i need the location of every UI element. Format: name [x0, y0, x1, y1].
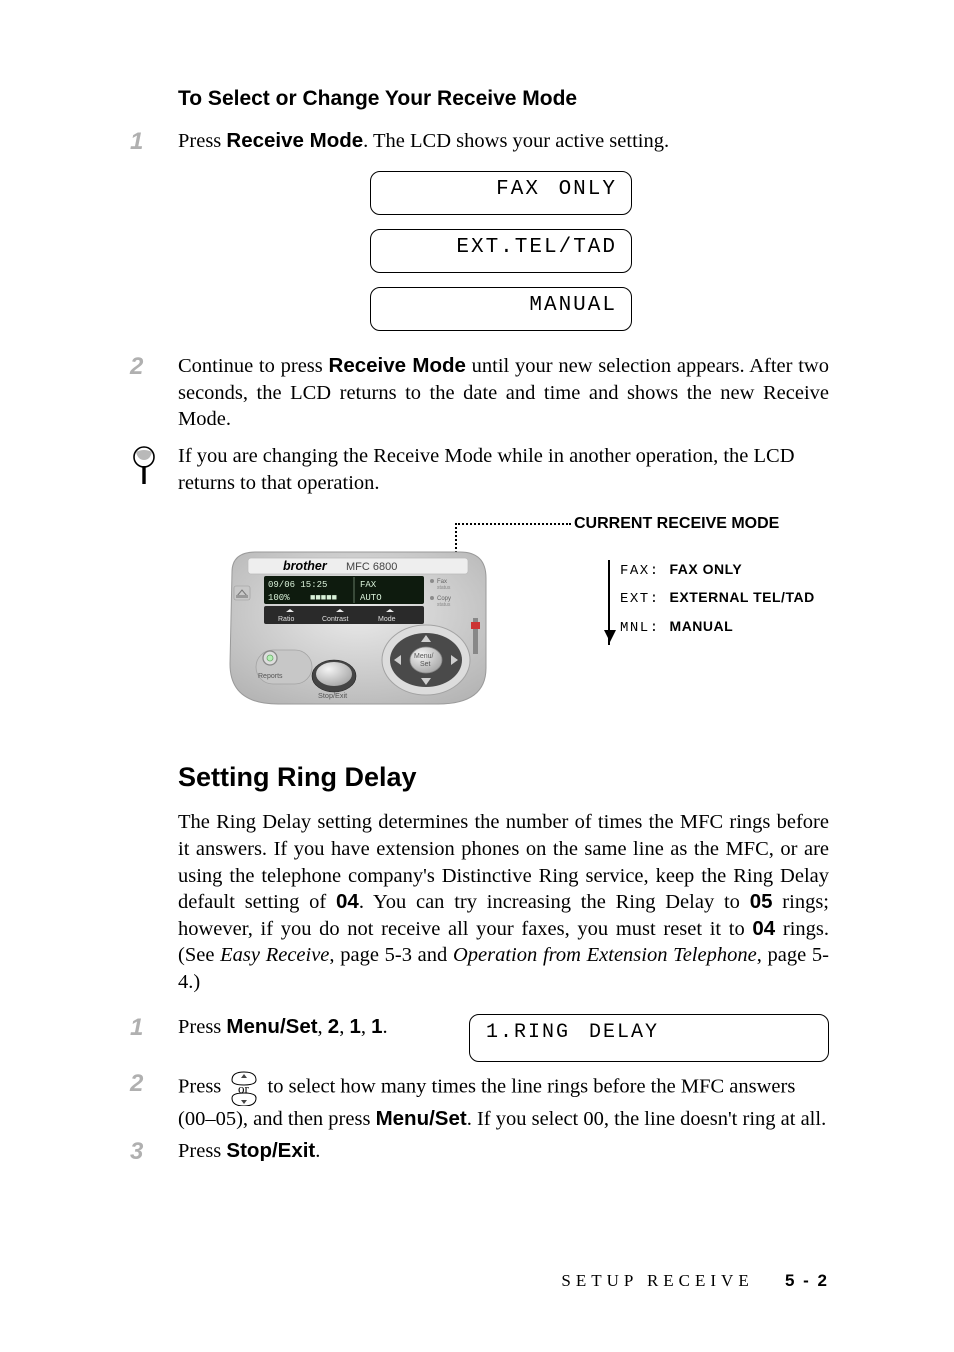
- device-lcd-line2-left: 100%: [268, 593, 290, 603]
- brand-text: brother: [283, 559, 328, 573]
- legend-ext: EXT: EXTERNAL TEL/TAD: [620, 588, 815, 608]
- ring-step-3: 3 Press Stop/Exit.: [130, 1138, 829, 1165]
- note-text: If you are changing the Receive Mode whi…: [178, 443, 829, 496]
- step-body: Press or to select how many times the li…: [178, 1070, 829, 1133]
- svg-text:Ratio: Ratio: [278, 616, 294, 623]
- model-text: MFC 6800: [346, 561, 397, 573]
- lcd-examples: FAX ONLY EXT.TEL/TAD MANUAL: [370, 171, 632, 331]
- dotted-leader: [455, 523, 571, 525]
- step-body: Press Stop/Exit.: [178, 1138, 829, 1165]
- step-body: Continue to press Receive Mode until you…: [178, 353, 829, 433]
- receive-mode-diagram: CURRENT RECEIVE MODE bro: [190, 520, 829, 720]
- text: Continue to press: [178, 355, 329, 377]
- svg-text:Set: Set: [420, 661, 431, 668]
- step-1: 1 Press Receive Mode. The LCD shows your…: [130, 128, 829, 155]
- note: If you are changing the Receive Mode whi…: [130, 443, 829, 496]
- step-2: 2 Continue to press Receive Mode until y…: [130, 353, 829, 433]
- footer-page-number: 5 - 2: [785, 1271, 829, 1290]
- nav-up-down-icon: or: [228, 1070, 260, 1106]
- legend-fax: FAX: FAX ONLY: [620, 560, 815, 580]
- ring-step-2: 2 Press or to select how many times the …: [130, 1070, 829, 1133]
- footer-section: SETUP RECEIVE: [561, 1271, 753, 1290]
- device-lcd-line1-left: 09/06 15:25: [268, 580, 327, 590]
- device-lcd-line1-right: FAX: [360, 580, 377, 590]
- down-arrow-icon: [604, 630, 616, 642]
- step-body: Press Receive Mode. The LCD shows your a…: [178, 128, 829, 155]
- step-number: 2: [130, 1070, 178, 1096]
- svg-text:status: status: [437, 602, 451, 608]
- heading-ring-delay: Setting Ring Delay: [178, 760, 829, 795]
- svg-text:or: or: [238, 1081, 250, 1096]
- step-number: 1: [130, 1014, 178, 1062]
- step-body: Press Menu/Set, 2, 1, 1.: [178, 1014, 426, 1062]
- svg-text:status: status: [437, 585, 451, 591]
- receive-mode-button-ref: Receive Mode: [329, 354, 466, 377]
- lcd-ext-tel-tad: EXT.TEL/TAD: [370, 229, 632, 273]
- ring-step-1-row: 1 Press Menu/Set, 2, 1, 1. 1.RING DELAY: [130, 1014, 829, 1062]
- text: Press: [178, 130, 226, 152]
- legend-mnl: MNL: MANUAL: [620, 617, 815, 637]
- page-footer: SETUP RECEIVE 5 - 2: [561, 1270, 829, 1292]
- svg-text:Mode: Mode: [378, 616, 396, 623]
- step-number: 1: [130, 128, 178, 154]
- lcd-fax-only: FAX ONLY: [370, 171, 632, 215]
- diagram-title: CURRENT RECEIVE MODE: [574, 514, 779, 535]
- receive-mode-button-ref: Receive Mode: [226, 129, 363, 152]
- step-number: 3: [130, 1138, 178, 1164]
- page: To Select or Change Your Receive Mode 1 …: [0, 0, 954, 1352]
- device-lcd-line2-mid: ■■■■■: [310, 593, 337, 603]
- ring-delay-paragraph: The Ring Delay setting determines the nu…: [178, 809, 829, 995]
- lightbulb-icon: [130, 443, 178, 494]
- svg-text:Stop/Exit: Stop/Exit: [318, 691, 347, 700]
- lcd-manual: MANUAL: [370, 287, 632, 331]
- lcd-ring-delay: 1.RING DELAY: [469, 1014, 829, 1062]
- svg-text:Menu/: Menu/: [414, 653, 434, 660]
- device-illustration: brother MFC 6800 09/06 15:25 FAX 100% ■■…: [228, 548, 488, 708]
- device-lcd-line2-right: AUTO: [360, 593, 382, 603]
- subheading-select-receive-mode: To Select or Change Your Receive Mode: [178, 85, 829, 112]
- svg-text:Contrast: Contrast: [322, 616, 349, 623]
- text: . The LCD shows your active setting.: [363, 130, 669, 152]
- step-number: 2: [130, 353, 178, 379]
- svg-text:Reports: Reports: [258, 673, 283, 680]
- mode-legend: FAX: FAX ONLY EXT: EXTERNAL TEL/TAD MNL:…: [608, 560, 815, 645]
